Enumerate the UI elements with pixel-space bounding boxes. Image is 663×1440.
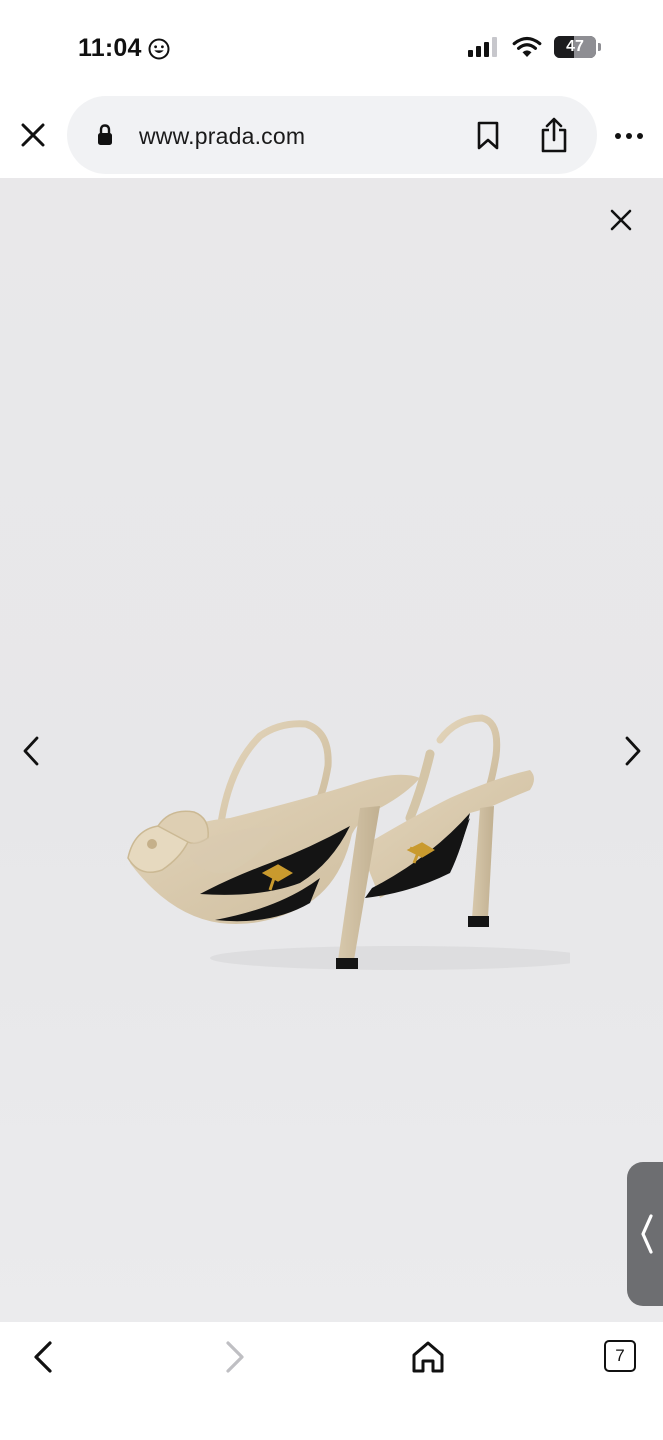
lock-icon xyxy=(98,124,112,145)
status-time: 11:04 xyxy=(78,34,142,62)
right-shoe xyxy=(360,714,534,927)
chevron-left-icon[interactable] xyxy=(16,733,46,769)
chevron-right-icon[interactable] xyxy=(618,733,648,769)
address-bar[interactable]: www.prada.com xyxy=(67,96,597,174)
home-icon[interactable] xyxy=(410,1338,446,1376)
browser-bottom-bar: 7 xyxy=(0,1322,663,1440)
battery-cap xyxy=(598,43,601,51)
product-image-viewer[interactable] xyxy=(0,178,663,1322)
shoe-shadow xyxy=(210,946,570,970)
battery-icon: 47 xyxy=(554,36,601,58)
share-icon[interactable] xyxy=(539,116,569,154)
bookmark-icon[interactable] xyxy=(476,121,500,151)
signal-icon xyxy=(468,37,497,57)
forward-icon[interactable] xyxy=(218,1338,252,1376)
browser-toolbar: www.prada.com xyxy=(0,96,663,178)
close-icon[interactable] xyxy=(606,205,636,235)
back-icon[interactable] xyxy=(26,1338,60,1376)
side-panel-handle-icon xyxy=(641,1214,653,1254)
status-indicators: 47 xyxy=(468,36,601,58)
more-icon[interactable] xyxy=(614,126,644,146)
smiley-icon xyxy=(148,38,170,59)
product-image xyxy=(127,714,570,970)
side-panel-handle[interactable] xyxy=(627,1162,663,1306)
status-time-group: 11:04 xyxy=(78,34,170,63)
close-icon[interactable] xyxy=(18,120,48,150)
url-text: www.prada.com xyxy=(139,123,306,149)
wifi-icon xyxy=(512,36,542,57)
tabs-icon[interactable]: 7 xyxy=(604,1340,636,1372)
battery-percent: 47 xyxy=(566,38,584,55)
status-bar: 11:04 47 xyxy=(0,0,663,96)
battery-body: 47 xyxy=(554,36,596,58)
tab-count: 7 xyxy=(615,1346,625,1365)
